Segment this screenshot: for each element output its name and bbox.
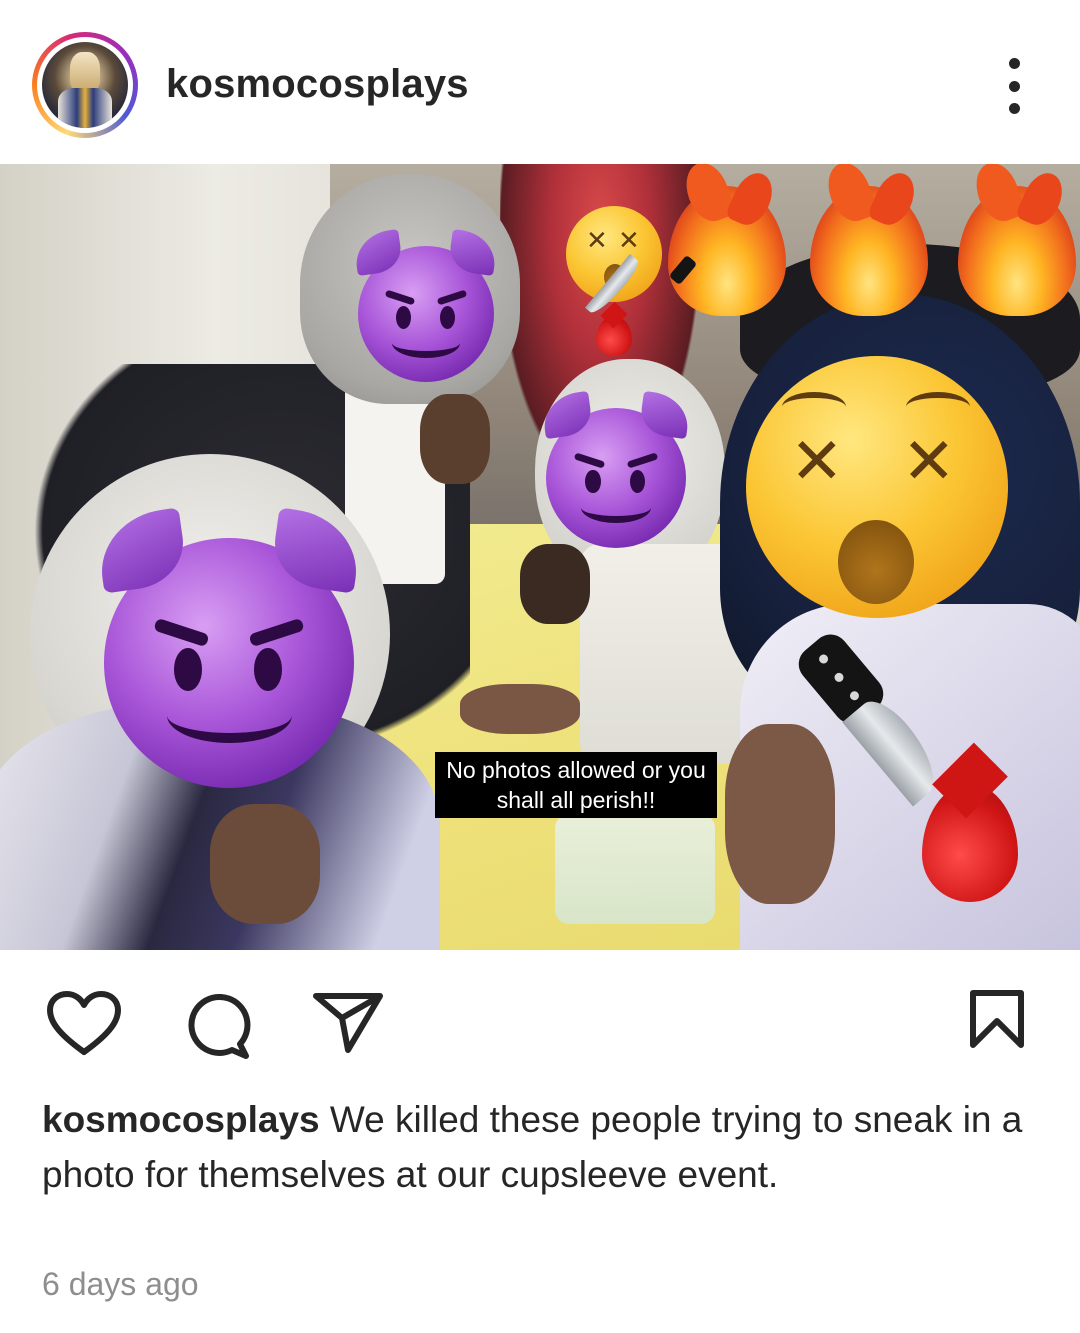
story-ring[interactable] <box>32 32 138 138</box>
avatar[interactable] <box>42 42 128 128</box>
caption-username[interactable]: kosmocosplays <box>42 1099 320 1140</box>
dizzy-eye: ✕ <box>586 226 608 256</box>
photo-tray <box>555 814 715 924</box>
hand <box>460 684 580 734</box>
avatar-figure-head <box>70 52 100 92</box>
post-photo[interactable]: ✕ ✕ ✕ ✕ No photos allowed or you shall a… <box>0 164 1080 950</box>
comment-icon[interactable] <box>184 994 254 1060</box>
send-icon[interactable] <box>312 992 384 1054</box>
devil-mouth <box>166 688 292 743</box>
dizzy-mouth <box>838 520 914 604</box>
devil-mouth <box>581 492 651 523</box>
post-caption: kosmocosplays We killed these people try… <box>42 1092 1042 1202</box>
smiling-devil-icon <box>352 229 500 382</box>
blood-drop-icon <box>596 316 632 356</box>
devil-eye <box>439 305 455 329</box>
devil-brow <box>248 617 305 647</box>
dizzy-face-icon: ✕ ✕ <box>746 356 1008 618</box>
devil-brow <box>436 289 468 305</box>
avatar-border <box>37 37 133 133</box>
devil-eye <box>254 648 282 691</box>
post-timestamp: 6 days ago <box>42 1266 199 1302</box>
action-bar <box>0 950 1080 1070</box>
peace-hand <box>520 544 590 624</box>
dizzy-eye: ✕ <box>902 425 956 499</box>
dizzy-eye: ✕ <box>618 226 640 256</box>
peace-hand <box>210 804 320 924</box>
more-dot <box>1008 80 1020 92</box>
dizzy-eye: ✕ <box>790 425 844 499</box>
devil-eye <box>630 469 646 494</box>
dizzy-brow <box>782 392 846 422</box>
peace-hand <box>725 724 835 904</box>
devil-eye <box>396 305 412 329</box>
devil-brow <box>626 452 659 469</box>
devil-eye <box>585 469 601 494</box>
smiling-devil-icon <box>540 390 692 548</box>
heart-icon[interactable] <box>46 990 122 1056</box>
smiling-devil-icon <box>94 507 364 788</box>
devil-brow <box>573 452 606 469</box>
post-header: kosmocosplays <box>0 0 1080 164</box>
more-dot <box>1008 58 1020 69</box>
photo-text-overlay: No photos allowed or you shall all peris… <box>435 752 717 818</box>
devil-brow <box>384 289 416 305</box>
devil-brow <box>153 617 210 647</box>
devil-eye <box>174 648 202 691</box>
bookmark-icon[interactable] <box>968 988 1026 1050</box>
dizzy-brow <box>906 392 970 422</box>
devil-mouth <box>392 328 460 358</box>
more-options-icon[interactable] <box>996 58 1032 114</box>
avatar-figure-body <box>58 88 112 128</box>
peace-hand <box>420 394 490 484</box>
post-username[interactable]: kosmocosplays <box>166 62 469 107</box>
more-dot <box>1008 103 1020 114</box>
